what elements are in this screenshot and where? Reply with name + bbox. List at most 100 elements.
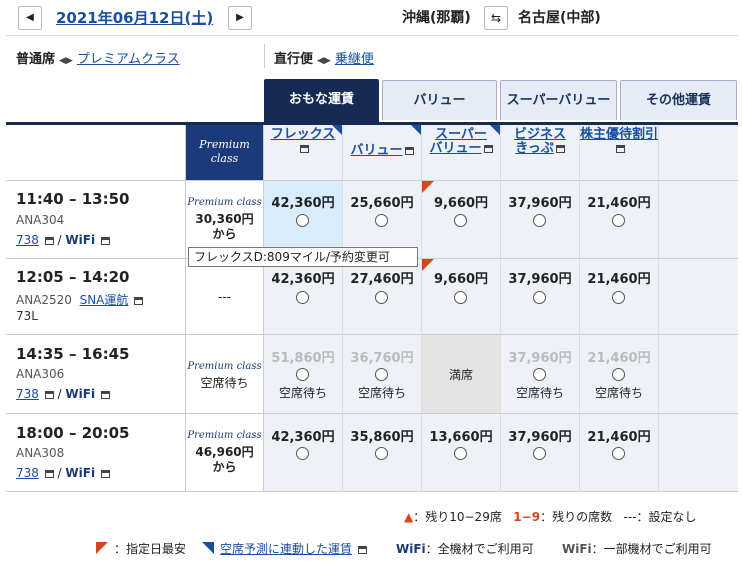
aircraft-info: 738 / WiFi [16,233,110,247]
fare-radio[interactable] [533,214,546,227]
fare-header-shareholder[interactable]: 株主優待割引 [580,128,658,156]
fare-radio[interactable] [375,447,388,460]
fare-header-label-2[interactable]: バリュー [429,141,481,156]
chevron-left-icon: ◀ [26,12,34,23]
fare-radio[interactable] [375,291,388,304]
swap-route-button[interactable]: ⇆ [484,6,508,30]
fare-radio[interactable] [296,447,309,460]
fare-price: 27,460円 [350,272,414,287]
date-link[interactable]: 2021年06月12日(土) [56,7,213,28]
fare-radio[interactable] [296,291,309,304]
premium-class-logo: Premium class [187,430,262,441]
waitlist-label: 空席待ち [278,386,327,400]
aircraft-link[interactable]: 738 [16,233,39,247]
book-icon [483,144,493,153]
legend-seats-num-label: 1−9 [513,510,541,524]
fare-radio[interactable] [533,291,546,304]
flight-number: ANA2520 SNA運航 [16,291,144,308]
fare-price: 21,460円 [587,351,651,366]
fare-radio[interactable] [375,214,388,227]
waitlist-label: 空席待ち [357,386,406,400]
premium-price-suffix: から [212,227,237,241]
aircraft-link[interactable]: 738 [16,466,39,480]
fare-price: 51,860円 [271,351,335,366]
sold-out-label: 満席 [448,368,473,382]
tab-super-value[interactable]: スーパーバリュー [500,80,617,120]
premium-price[interactable]: 30,360円 から [186,212,263,242]
fare-radio[interactable] [454,447,467,460]
divider [6,491,738,492]
fare-radio[interactable] [612,214,625,227]
premium-price-value[interactable]: 46,960円 [186,445,263,460]
next-day-button[interactable]: ▶ [228,6,252,30]
fare-radio[interactable] [296,368,309,381]
premium-price-value[interactable]: 30,360円 [186,212,263,227]
fare-header-label[interactable]: 株主優待割引 [580,127,658,142]
fare-header-flex[interactable]: フレックス [264,128,342,156]
book-icon [357,545,367,554]
divider [6,334,738,335]
premium-price-suffix: から [212,460,237,474]
fare-price: 21,460円 [587,430,651,445]
fare-header-label[interactable]: フレックス [271,127,336,142]
legend-linked-link[interactable]: 空席予測に連動した運賃 [220,542,352,556]
tab-main-fares[interactable]: おもな運賃 [264,79,379,123]
legend-wifi-all-text: ：全機材でご利用可 [425,542,534,556]
swap-icon: ⇆ [490,11,502,25]
fare-price: 37,960円 [508,272,572,287]
chevron-right-icon: ▶ [236,12,244,23]
fare-radio[interactable] [533,447,546,460]
prev-day-button[interactable]: ◀ [18,6,42,30]
destination-city: 名古屋(中部) [518,10,601,26]
fare-header-label-2[interactable]: きっぷ [515,141,553,156]
fare-header-label[interactable]: バリュー [350,143,402,158]
fare-radio[interactable] [533,368,546,381]
book-icon [100,390,110,399]
aircraft-link[interactable]: 738 [16,387,39,401]
fare-radio[interactable] [375,368,388,381]
fare-tooltip: フレックスD:809マイル/予約変更可 [188,247,418,267]
fare-radio[interactable] [612,368,625,381]
linked-fare-marker-icon [490,125,500,135]
tab-other-fares[interactable]: その他運賃 [620,80,737,120]
codeshare-link[interactable]: SNA運航 [80,293,129,307]
premium-class-header: Premium class [186,125,263,180]
book-icon [44,390,54,399]
book-icon [404,146,414,155]
fare-price: 37,960円 [508,430,572,445]
fare-radio[interactable] [612,291,625,304]
premium-class-logo: Premium class [187,197,262,208]
fare-radio[interactable] [612,447,625,460]
flight-time: 11:40 – 13:50 [16,190,130,208]
book-icon [100,236,110,245]
premium-class-link[interactable]: プレミアムクラス [77,52,180,67]
linked-fare-marker-icon [411,125,421,135]
legend-wifi-some: WiFi：一部機材でご利用可 [562,540,712,557]
waitlist-label: 空席待ち [594,386,643,400]
wifi-some-icon: WiFi [562,542,592,556]
fare-header-business[interactable]: ビジネス きっぷ [501,128,579,156]
fare-price: 42,360円 [271,430,335,445]
fare-radio[interactable] [454,291,467,304]
legend-not-set-label: --- [623,510,637,524]
divider [658,125,659,492]
fare-header-super-value[interactable]: スーパー バリュー [422,128,500,156]
flight-time: 18:00 – 20:05 [16,424,130,442]
fare-radio[interactable] [296,214,309,227]
premium-price[interactable]: 46,960円 から [186,445,263,475]
flight-time: 14:35 – 16:45 [16,345,130,363]
fare-price: 35,860円 [350,430,414,445]
fare-header-label[interactable]: スーパー [435,127,487,142]
linked-fare-marker-icon [202,542,214,554]
fare-header-value[interactable]: バリュー [343,144,421,158]
legend-seats-num: ：残りの席数 [540,510,613,524]
switch-arrows-icon: ◀▶ [317,56,331,66]
tab-value[interactable]: バリュー [382,80,497,120]
premium-class-logo: Premium class [187,361,262,372]
fare-radio[interactable] [454,214,467,227]
divider [264,44,265,68]
legend-wifi-all: WiFi：全機材でご利用可 [396,540,534,557]
fare-header-label[interactable]: ビジネス [514,127,566,142]
connecting-flight-link[interactable]: 乗継便 [335,52,374,67]
premium-waitlist[interactable]: 空席待ち [186,374,263,391]
